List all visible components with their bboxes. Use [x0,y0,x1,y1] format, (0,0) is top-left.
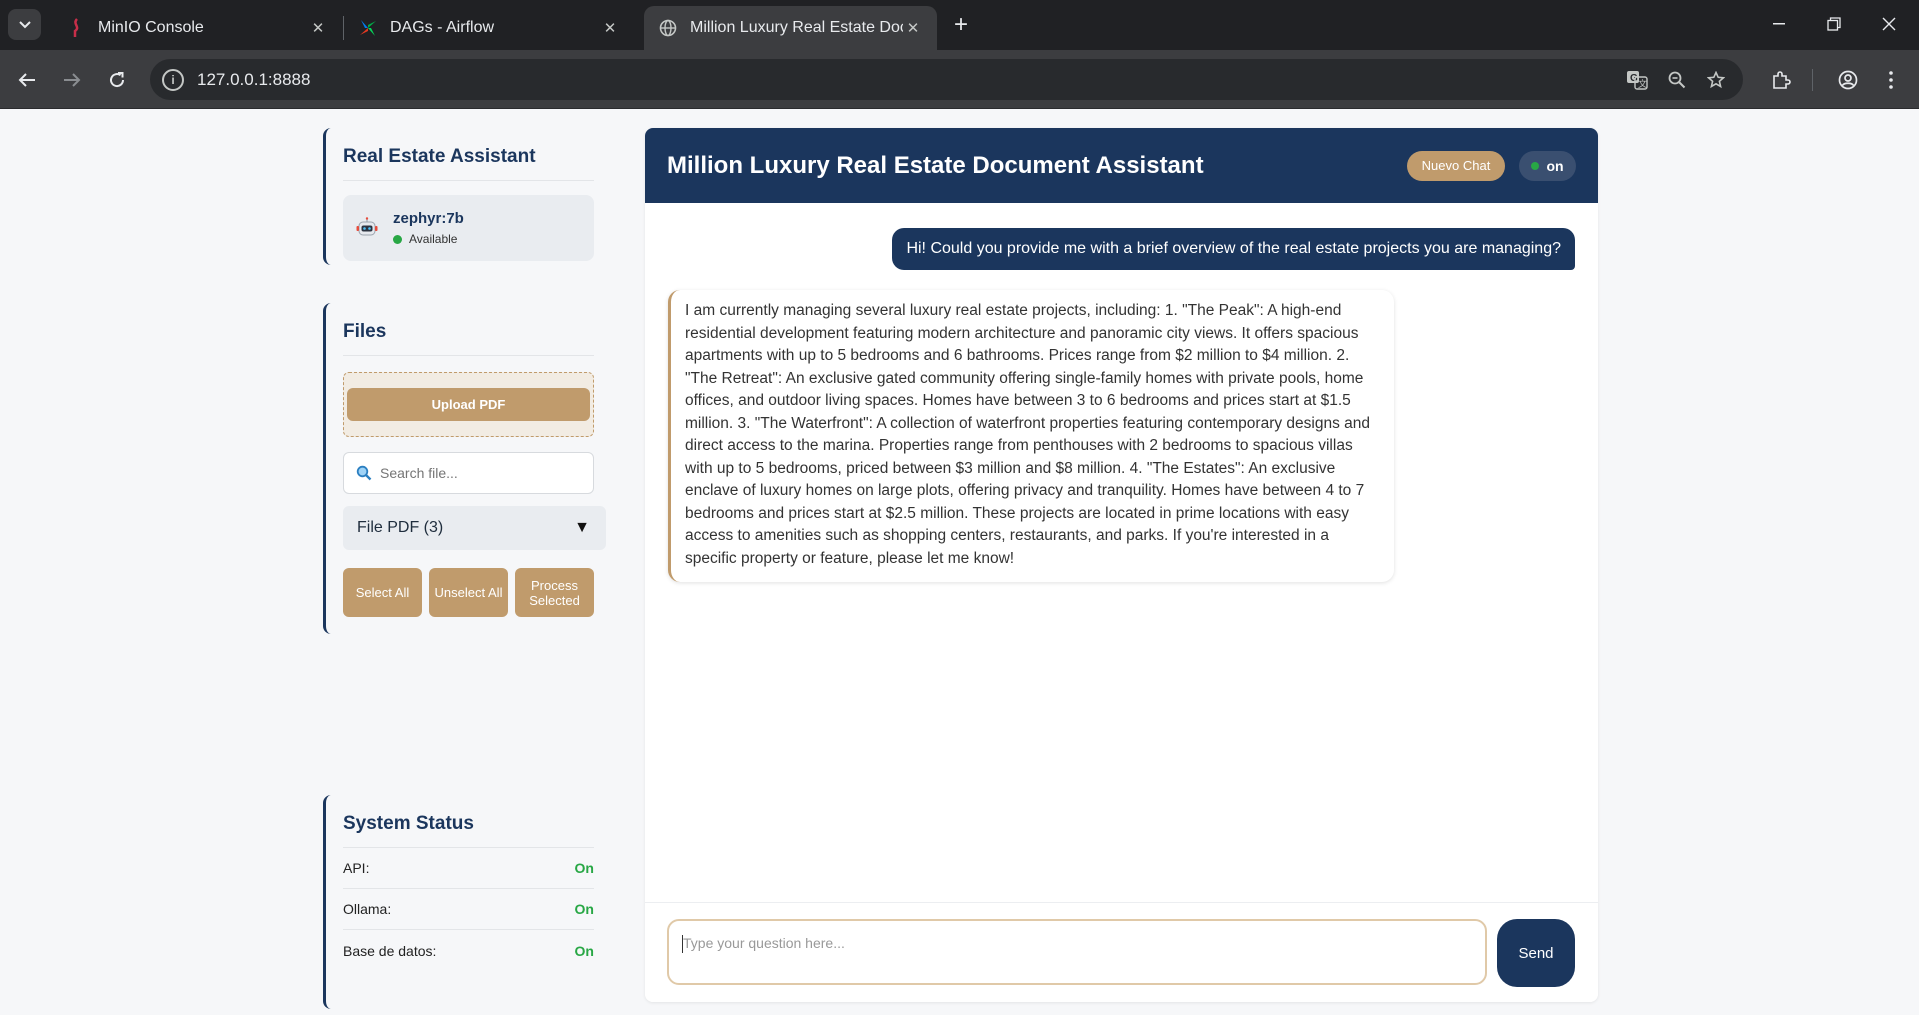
question-input-placeholder: Type your question here... [683,935,845,951]
new-tab-button[interactable]: + [948,11,974,38]
search-icon [356,465,372,481]
chat-title: Million Luxury Real Estate Document Assi… [667,151,1204,179]
status-dot [1531,161,1540,170]
status-value: On [574,860,594,876]
close-icon[interactable]: ✕ [903,18,923,38]
address-bar[interactable]: i 127.0.0.1:8888 G文 [150,59,1743,100]
file-type-value: File PDF (3) [357,519,444,536]
arrow-right-icon [64,73,81,87]
tab-title: Million Luxury Real Estate Docu [690,19,903,36]
status-list: API: On Ollama: On Base de datos: On [343,848,594,971]
restore-button[interactable] [1811,8,1857,40]
back-button[interactable] [11,64,43,96]
account-icon [1838,70,1858,90]
status-row-database: Base de datos: On [343,930,594,971]
status-value: On [574,942,594,959]
reload-button[interactable] [101,64,133,96]
model-info: zephyr:7b Available [343,195,594,261]
files-heading: Files [343,303,594,356]
chat-header: Million Luxury Real Estate Document Assi… [645,128,1598,203]
connection-status-badge: on [1519,150,1576,181]
upload-pdf-button[interactable]: Upload PDF [347,388,590,421]
files-card: Files Upload PDF File PDF (3) ▼ Select A… [323,303,610,634]
close-icon [1882,17,1896,31]
minio-icon [66,18,86,38]
zoom-icon[interactable] [1664,67,1690,93]
tab-search-button[interactable] [8,9,41,40]
new-chat-button[interactable]: Nuevo Chat [1407,150,1505,181]
send-button[interactable]: Send [1497,919,1575,987]
chat-composer: Type your question here... Send [645,902,1598,1002]
more-vert-icon [1889,71,1893,89]
reload-icon [110,72,125,88]
svg-text:G: G [1630,73,1638,84]
process-selected-button[interactable]: Process Selected [515,568,594,617]
status-label: Base de datos: [343,942,437,959]
extensions-button[interactable] [1765,64,1797,96]
svg-text:文: 文 [1638,78,1647,90]
upload-dropzone[interactable]: Upload PDF [343,372,594,437]
system-status-card: System Status API: On Ollama: On Base de… [323,795,610,1009]
minimize-icon [1773,23,1785,25]
status-row-ollama: Ollama: On [343,889,594,930]
forward-button[interactable] [56,64,88,96]
puzzle-icon [1773,71,1791,89]
file-actions: Select All Unselect All Process Selected [343,568,594,631]
site-info-icon[interactable]: i [162,68,184,91]
assistant-message: I am currently managing several luxury r… [668,290,1394,582]
status-value: On [574,901,594,917]
unselect-all-button[interactable]: Unselect All [429,568,508,617]
assistant-card: Real Estate Assistant zephyr:7b Availabl… [323,128,610,265]
arrow-left-icon [18,73,35,87]
close-window-button[interactable] [1866,8,1912,40]
close-icon[interactable]: ✕ [600,18,620,38]
status-dot [393,234,402,244]
user-message: Hi! Could you provide me with a brief ov… [892,228,1575,270]
select-all-button[interactable]: Select All [343,568,422,617]
model-status-text: Available [409,232,458,246]
restore-icon [1827,17,1841,31]
system-status-heading: System Status [343,795,594,848]
url-text: 127.0.0.1:8888 [197,69,311,89]
airflow-icon [358,18,378,38]
globe-icon [658,18,678,38]
file-type-dropdown[interactable]: File PDF (3) ▼ [343,506,606,550]
bookmark-star-icon[interactable] [1703,67,1729,93]
model-status: Available [393,232,464,246]
browser-tab-bar: MinIO Console ✕ DAGs - Airflow ✕ Million… [0,0,1919,50]
robot-icon [356,217,378,236]
file-search[interactable] [343,452,594,494]
tab-real-estate-assistant[interactable]: Million Luxury Real Estate Docu ✕ [644,6,937,50]
status-row-api: API: On [343,848,594,889]
browser-menu-button[interactable] [1875,64,1907,96]
tab-airflow[interactable]: DAGs - Airflow ✕ [344,6,634,50]
tab-minio[interactable]: MinIO Console ✕ [52,6,342,50]
status-label: Ollama: [343,901,392,917]
minimize-button[interactable] [1756,8,1802,40]
plus-icon: + [953,11,968,38]
assistant-heading: Real Estate Assistant [343,128,594,181]
connection-status-text: on [1546,157,1564,174]
translate-icon[interactable]: G文 [1624,67,1650,93]
app-page: Real Estate Assistant zephyr:7b Availabl… [0,109,1919,1015]
question-input[interactable]: Type your question here... [667,919,1487,985]
search-file-input[interactable] [380,465,580,481]
profile-button[interactable] [1832,64,1864,96]
close-icon[interactable]: ✕ [308,18,328,38]
chevron-down-icon [18,20,31,28]
tab-title: DAGs - Airflow [390,19,495,36]
toolbar-divider [1812,69,1813,91]
tab-title: MinIO Console [98,19,204,36]
model-name: zephyr:7b [393,210,464,227]
browser-toolbar: i 127.0.0.1:8888 G文 [0,50,1919,109]
status-label: API: [343,860,370,876]
chat-panel: Million Luxury Real Estate Document Assi… [645,128,1598,1002]
dropdown-caret-icon: ▼ [574,519,590,536]
